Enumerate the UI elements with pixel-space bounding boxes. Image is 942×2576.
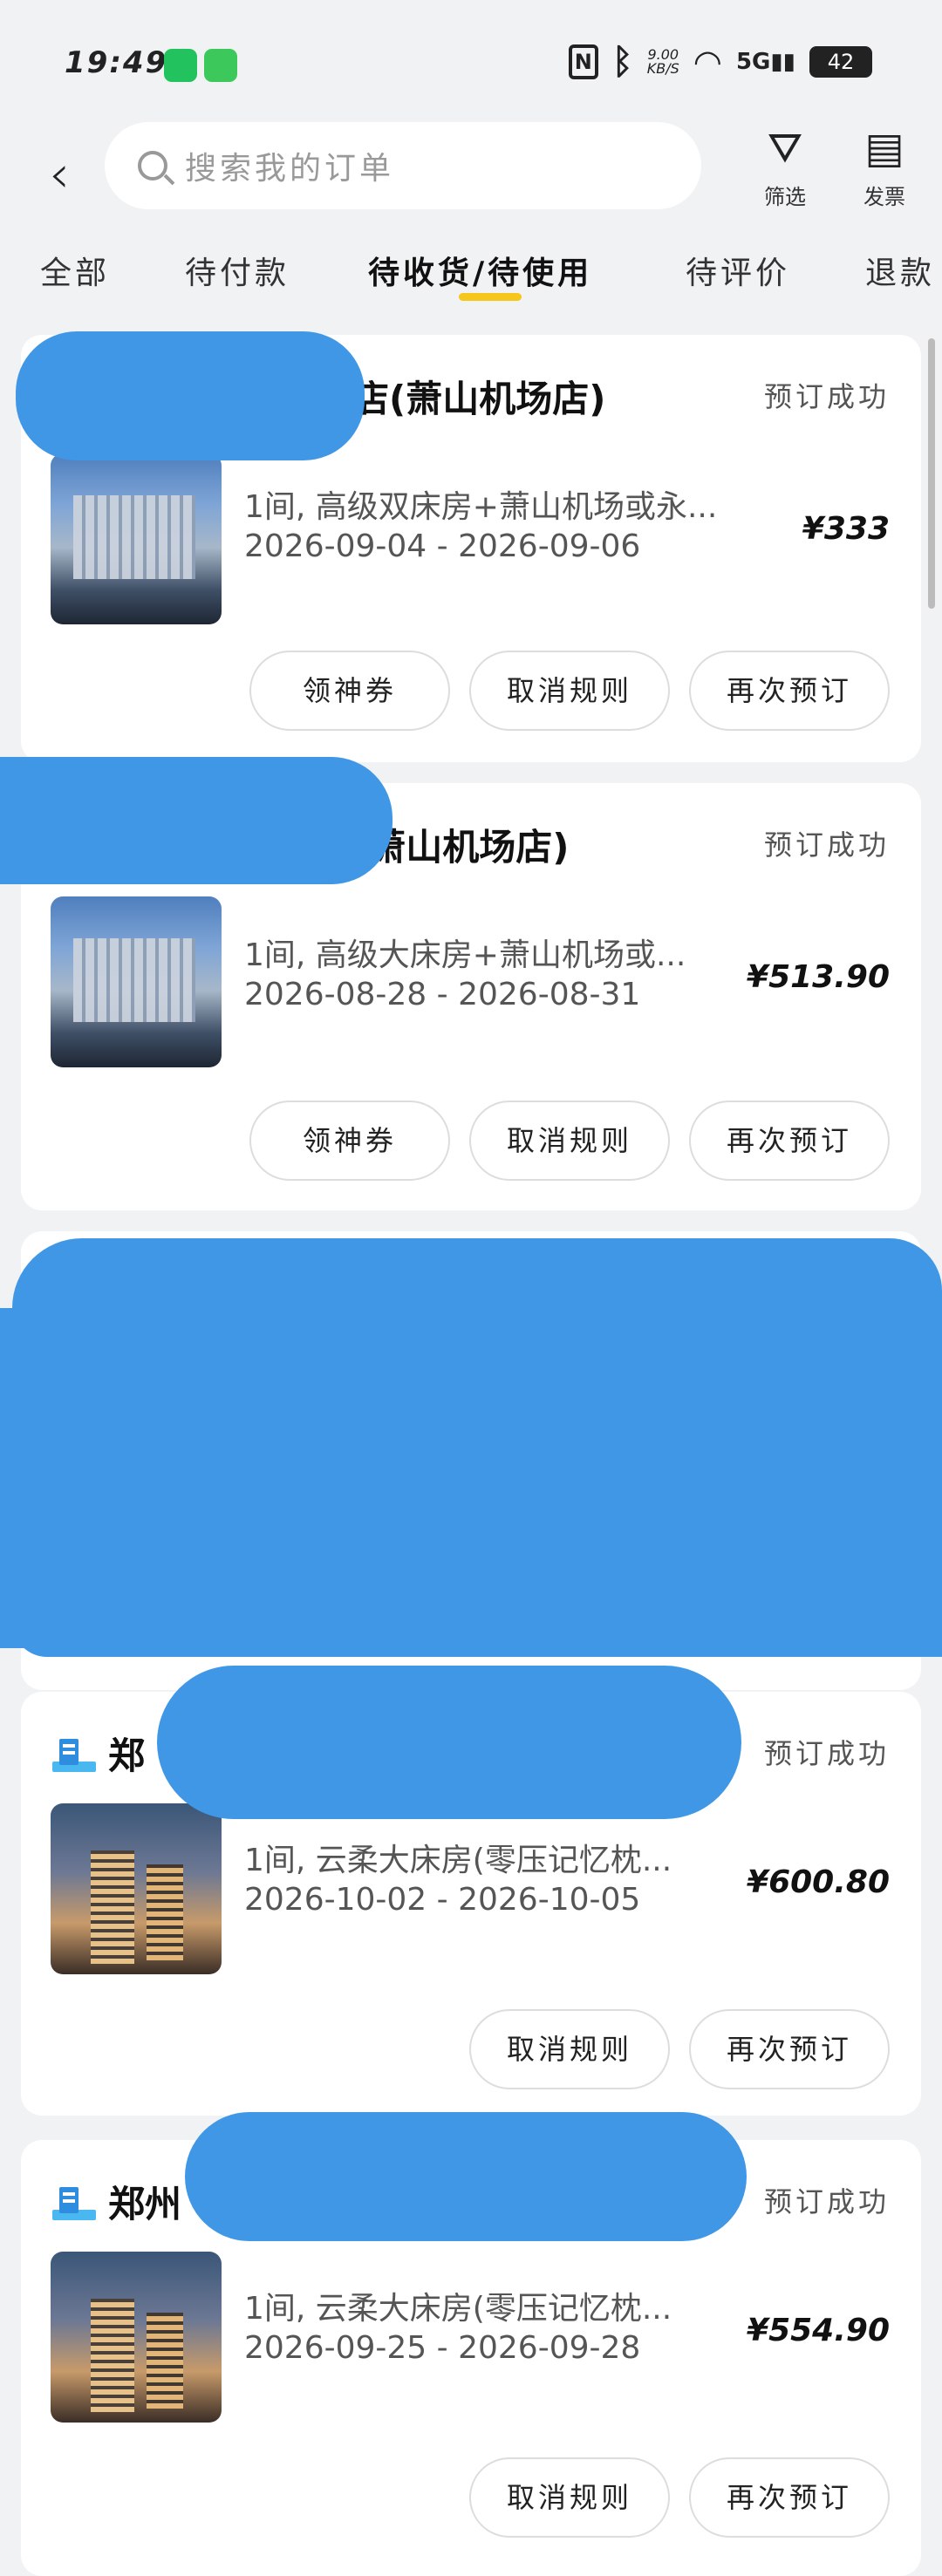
bluetooth-icon: ᛒ [611,42,633,82]
stay-dates: 2026-09-04 - 2026-09-06 [244,528,641,564]
filter-icon: ⛛ [767,124,803,173]
back-button[interactable]: ‹ [33,140,85,209]
redaction-mark [16,331,365,460]
tab-all[interactable]: 全部 [40,248,110,293]
tab-pending-review[interactable]: 待评价 [686,248,790,293]
room-info: 1间, 云柔大床房(零压记忆枕... [244,2291,672,2327]
tab-pending-use[interactable]: 待收货/待使用 [368,248,592,293]
tab-pending-payment[interactable]: 待付款 [185,248,290,293]
nfc-icon: N [568,44,598,79]
hotel-thumbnail [51,896,222,1067]
order-price: ¥333 [802,511,890,547]
active-tab-indicator [459,293,522,301]
hotel-icon [52,2187,96,2220]
order-price: ¥513.90 [747,959,890,995]
order-price: ¥554.90 [747,2313,890,2348]
room-info: 1间, 高级双床房+萧山机场或永... [244,489,718,525]
chevron-left-icon: ‹ [49,144,70,205]
order-status: 预订成功 [763,380,890,413]
hotel-thumbnail [51,2252,222,2423]
stay-dates: 2026-10-02 - 2026-10-05 [244,1882,641,1918]
hotel-name: 郑 [108,1734,146,1777]
message-icon [204,49,237,82]
redaction-mark [157,1666,741,1819]
network-type: 5G [735,49,771,75]
rebook-button[interactable]: 再次预订 [689,1101,890,1181]
tab-refund[interactable]: 退款 [865,248,935,293]
cancel-rules-button[interactable]: 取消规则 [469,651,670,731]
filter-label: 筛选 [764,185,806,209]
order-status: 预订成功 [763,1737,890,1770]
cancel-rules-button[interactable]: 取消规则 [469,1101,670,1181]
wechat-icon [164,49,197,82]
order-price: ¥600.80 [747,1864,890,1900]
order-status: 预订成功 [763,2185,890,2218]
redaction-mark [0,757,392,884]
hotel-thumbnail [51,1803,222,1974]
invoice-label: 发票 [864,185,905,209]
redaction-mark [185,2112,747,2241]
filter-button[interactable]: ⛛ 筛选 [750,122,820,210]
scrollbar[interactable] [928,338,935,609]
hotel-icon [52,1739,96,1772]
order-status: 预订成功 [763,828,890,862]
battery-indicator: 42 [809,46,872,78]
clock: 19:49 [65,45,168,80]
receipt-icon: ▤ [864,124,904,173]
coupon-button[interactable]: 领神券 [249,651,450,731]
search-input[interactable]: 搜索我的订单 [105,122,701,209]
search-placeholder: 搜索我的订单 [185,151,395,187]
stay-dates: 2026-09-25 - 2026-09-28 [244,2330,641,2366]
rebook-button[interactable]: 再次预订 [689,651,890,731]
cancel-rules-button[interactable]: 取消规则 [469,2457,670,2538]
hotel-name: 店(萧山机场店) [352,378,606,420]
wifi-icon: ◠ [693,43,722,81]
rebook-button[interactable]: 再次预订 [689,2009,890,2089]
order-tabs: 全部 待付款 待收货/待使用 待评价 退款 [0,235,942,314]
hotel-name: 郑州 [108,2183,182,2225]
header: ‹ 搜索我的订单 ⛛ 筛选 ▤ 发票 [0,122,942,227]
rebook-button[interactable]: 再次预订 [689,2457,890,2538]
room-info: 1间, 高级大床房+萧山机场或... [244,937,686,973]
hotel-thumbnail [51,453,222,624]
cancel-rules-button[interactable]: 取消规则 [469,2009,670,2089]
signal-icon: 5G▮▮ [735,49,795,75]
search-icon [138,151,167,181]
speed-unit: KB/S [646,60,679,77]
stay-dates: 2026-08-28 - 2026-08-31 [244,977,641,1012]
room-info: 1间, 云柔大床房(零压记忆枕... [244,1843,672,1878]
invoice-button[interactable]: ▤ 发票 [850,122,919,210]
coupon-button[interactable]: 领神券 [249,1101,450,1181]
redaction-mark [0,1308,942,1648]
network-speed: 9.00 KB/S [647,48,679,76]
status-bar: 19:49 N ᛒ 9.00 KB/S ◠ 5G▮▮ 42 [0,0,942,122]
